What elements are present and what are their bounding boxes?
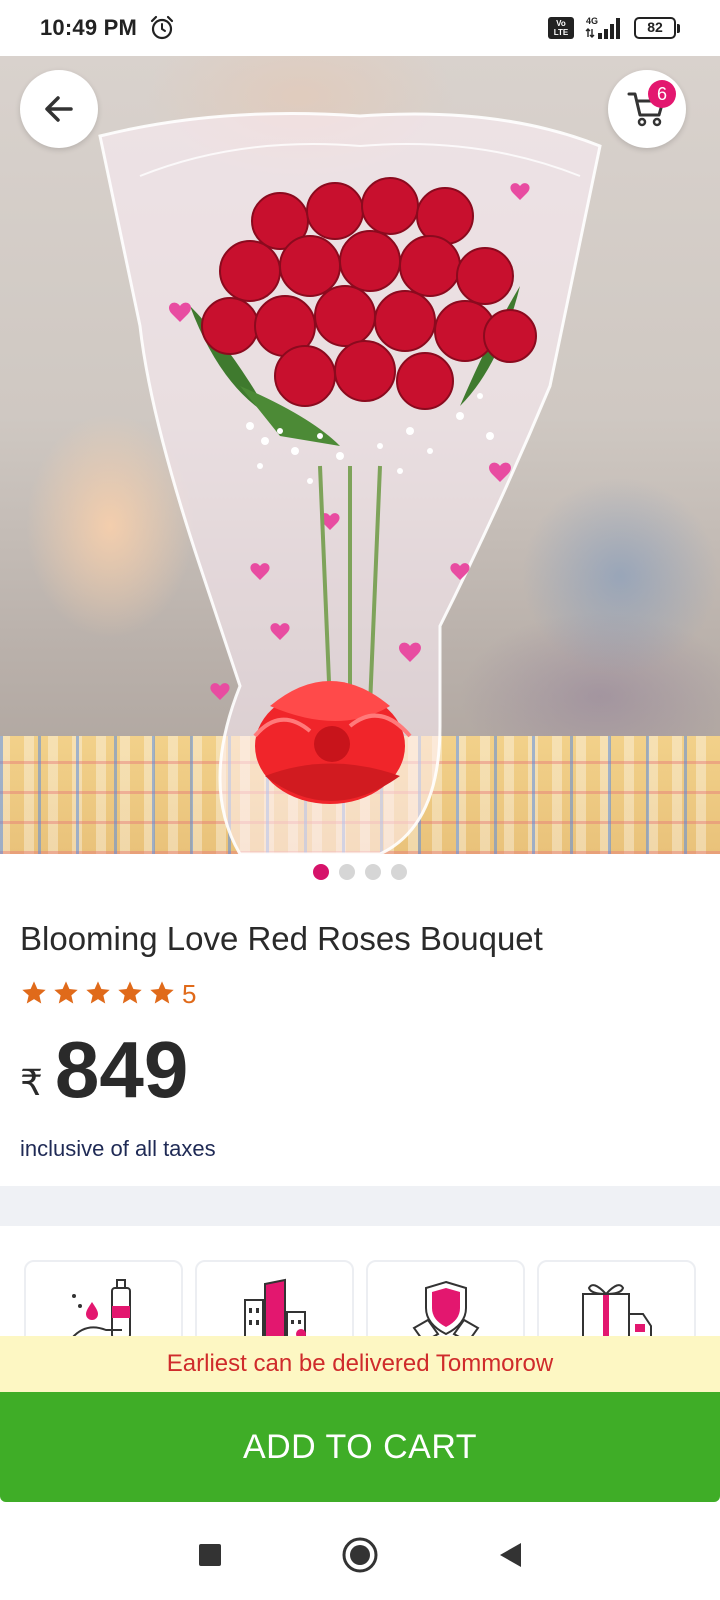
rating: 5 [20, 975, 196, 1010]
recents-button[interactable] [190, 1535, 230, 1575]
signal-icon: 4G [585, 16, 620, 39]
product-image [98, 112, 602, 854]
carousel-dot-1[interactable] [313, 864, 329, 880]
section-divider [0, 1186, 720, 1226]
feature-card-gift[interactable] [537, 1260, 696, 1340]
status-time: 10:49 PM [40, 15, 137, 40]
carousel-dot-4[interactable] [391, 864, 407, 880]
system-back-button[interactable] [490, 1535, 530, 1575]
status-icons: Vo LTE 4G 82 [548, 15, 680, 41]
recents-square-icon [199, 1544, 221, 1566]
product-image-carousel[interactable]: 6 [0, 56, 720, 854]
price-value: 849 [54, 1025, 189, 1114]
cart-count-badge: 6 [648, 80, 676, 108]
home-circle-icon [342, 1537, 378, 1573]
delivery-text: Earliest can be delivered Tommorow [166, 1350, 554, 1377]
cart-button[interactable]: 6 [608, 70, 686, 148]
back-button[interactable] [20, 70, 98, 148]
carousel-indicator [0, 864, 720, 880]
battery-icon: 82 [634, 17, 680, 39]
status-bar: 10:49 PM Vo LTE 4G 82 [0, 0, 720, 56]
volte-icon: Vo LTE [548, 17, 574, 39]
alarm-icon [150, 15, 174, 40]
star-icon [54, 980, 78, 1003]
add-to-cart-button[interactable]: ADD TO CART [0, 1392, 720, 1502]
delivery-banner: Earliest can be delivered Tommorow [0, 1336, 720, 1392]
carousel-dot-3[interactable] [365, 864, 381, 880]
feature-card-hygiene[interactable] [24, 1260, 183, 1340]
star-icon [118, 980, 142, 1003]
currency-symbol: ₹ [20, 1062, 43, 1103]
rating-value: 5 [182, 979, 197, 1009]
network-type: 4G [586, 16, 598, 26]
gift-delivery-icon [581, 1284, 652, 1340]
secure-shield-icon [412, 1280, 479, 1340]
city-buildings-icon [243, 1278, 306, 1340]
tax-note: inclusive of all taxes [20, 1136, 216, 1161]
price: ₹ 849 [20, 1030, 188, 1110]
feature-card-city[interactable] [195, 1260, 354, 1340]
star-icon [86, 980, 110, 1003]
feature-cards [24, 1260, 696, 1340]
back-triangle-icon [500, 1543, 521, 1567]
system-nav-bar [0, 1510, 720, 1600]
arrow-left-icon [45, 96, 73, 122]
carousel-dot-2[interactable] [339, 864, 355, 880]
star-icon [150, 980, 174, 1003]
home-button[interactable] [340, 1535, 380, 1575]
product-title: Blooming Love Red Roses Bouquet [20, 920, 543, 957]
feature-card-secure[interactable] [366, 1260, 525, 1340]
star-icon [22, 980, 46, 1003]
battery-level: 82 [634, 17, 676, 39]
add-to-cart-label: ADD TO CART [242, 1427, 478, 1466]
sanitized-hands-icon [70, 1279, 131, 1339]
